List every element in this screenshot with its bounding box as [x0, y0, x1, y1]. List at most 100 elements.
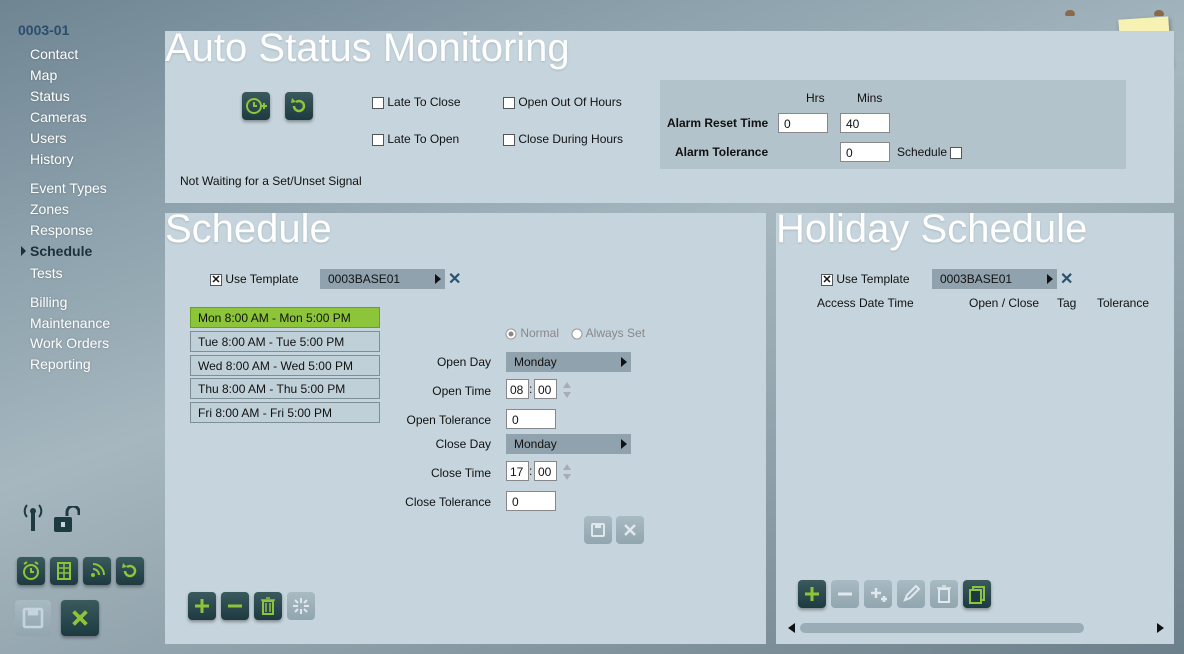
close-time-label: Close Time [430, 466, 491, 480]
late-to-open-option[interactable]: Late To Open [372, 132, 459, 146]
open-tolerance-label: Open Tolerance [406, 413, 491, 427]
holiday-copy-button[interactable] [963, 580, 991, 608]
open-out-of-hours-checkbox[interactable] [503, 96, 515, 109]
sidebar-cancel-button[interactable] [61, 600, 99, 636]
wireless-button[interactable] [83, 557, 111, 585]
open-time-hour-input[interactable]: 08 [506, 379, 529, 399]
dropdown-arrow-icon [621, 439, 627, 449]
signal-tower-icon[interactable] [22, 502, 44, 535]
sidebar-item-maintenance[interactable]: Maintenance [30, 315, 110, 331]
holiday-delete-button[interactable] [930, 580, 958, 608]
late-to-close-checkbox[interactable] [372, 96, 384, 109]
holiday-use-template[interactable]: ✕ Use Template [821, 272, 910, 286]
sidebar-item-cameras[interactable]: Cameras [30, 109, 87, 125]
schedule-use-template-checkbox[interactable]: ✕ [210, 273, 222, 286]
schedule-title: Schedule [165, 207, 332, 251]
time-separator: : [529, 382, 533, 396]
alarm-reset-hrs-input[interactable]: 0 [778, 113, 828, 133]
close-time-spinner-icon[interactable] [561, 462, 573, 485]
alarm-schedule-checkbox[interactable] [950, 146, 963, 159]
schedule-cancel-button[interactable] [616, 516, 644, 544]
schedule-list-item[interactable]: Tue 8:00 AM - Tue 5:00 PM [190, 331, 380, 352]
schedule-generate-button[interactable] [287, 592, 315, 620]
dropdown-arrow-icon [621, 357, 627, 367]
sidebar-item-schedule[interactable]: Schedule [30, 243, 92, 259]
alarm-reset-mins-input[interactable]: 40 [840, 113, 890, 133]
schedule-list-item[interactable]: Fri 8:00 AM - Fri 5:00 PM [190, 402, 380, 423]
close-during-hours-checkbox[interactable] [503, 133, 515, 146]
sidebar-item-billing[interactable]: Billing [30, 294, 67, 310]
close-day-label: Close Day [435, 437, 491, 451]
close-time-hour-input[interactable]: 17 [506, 461, 529, 481]
col-access-date-time[interactable]: Access Date Time [817, 296, 914, 310]
add-timer-button[interactable] [242, 92, 270, 120]
building-button[interactable] [50, 557, 78, 585]
open-time-minute-input[interactable]: 00 [534, 379, 557, 399]
sidebar-item-contact[interactable]: Contact [30, 46, 78, 62]
col-open-close[interactable]: Open / Close [969, 296, 1039, 310]
sidebar-refresh-button[interactable] [116, 557, 144, 585]
dropdown-arrow-icon [435, 274, 441, 284]
holiday-horizontal-scrollbar[interactable] [786, 622, 1166, 634]
sidebar-item-zones[interactable]: Zones [30, 201, 69, 217]
sidebar-item-work-orders[interactable]: Work Orders [30, 335, 109, 351]
hrs-label: Hrs [806, 91, 825, 105]
alarm-schedule-option[interactable]: Schedule [897, 145, 963, 159]
sidebar-item-reporting[interactable]: Reporting [30, 356, 91, 372]
schedule-template-select[interactable]: 0003BASE01 [320, 269, 445, 289]
unlock-icon[interactable] [52, 504, 81, 537]
col-tag[interactable]: Tag [1057, 296, 1076, 310]
schedule-list-item[interactable]: Thu 8:00 AM - Thu 5:00 PM [190, 378, 380, 399]
close-tolerance-label: Close Tolerance [405, 495, 491, 509]
refresh-button[interactable] [285, 92, 313, 120]
sidebar-item-status[interactable]: Status [30, 88, 70, 104]
holiday-template-select[interactable]: 0003BASE01 [932, 269, 1057, 289]
schedule-use-template[interactable]: ✕ Use Template [210, 272, 299, 286]
open-day-select[interactable]: Monday [506, 352, 631, 372]
always-set-radio-option[interactable]: Always Set [571, 326, 645, 340]
auto-status-title: Auto Status Monitoring [165, 26, 570, 70]
col-tolerance[interactable]: Tolerance [1097, 296, 1149, 310]
holiday-remove-button[interactable] [831, 580, 859, 608]
schedule-list-item[interactable]: Mon 8:00 AM - Mon 5:00 PM [190, 307, 380, 328]
holiday-add-multiple-button[interactable] [864, 580, 892, 608]
open-time-spinner-icon[interactable] [561, 380, 573, 403]
schedule-add-button[interactable] [188, 592, 216, 620]
close-day-select[interactable]: Monday [506, 434, 631, 454]
sidebar-item-tests[interactable]: Tests [30, 265, 63, 281]
sidebar-item-event-types[interactable]: Event Types [30, 180, 107, 196]
open-tolerance-input[interactable]: 0 [506, 409, 556, 429]
normal-radio-option[interactable]: Normal [505, 326, 559, 340]
open-out-of-hours-option[interactable]: Open Out Of Hours [503, 95, 622, 109]
scroll-left-icon[interactable] [786, 622, 796, 637]
holiday-clear-template-icon[interactable]: ✕ [1060, 269, 1073, 289]
close-tolerance-input[interactable]: 0 [506, 491, 556, 511]
schedule-save-button[interactable] [584, 516, 612, 544]
sidebar-item-users[interactable]: Users [30, 130, 67, 146]
close-time-minute-input[interactable]: 00 [534, 461, 557, 481]
open-time-label: Open Time [432, 384, 491, 398]
schedule-clear-template-icon[interactable]: ✕ [448, 269, 461, 289]
sidebar-save-button[interactable] [15, 600, 51, 636]
holiday-use-template-checkbox[interactable]: ✕ [821, 273, 833, 286]
schedule-delete-button[interactable] [254, 592, 282, 620]
scroll-right-icon[interactable] [1156, 622, 1166, 637]
active-nav-arrow-icon [21, 246, 26, 256]
late-to-open-checkbox[interactable] [372, 133, 384, 146]
sidebar-item-response[interactable]: Response [30, 222, 93, 238]
status-text: Not Waiting for a Set/Unset Signal [180, 174, 362, 188]
sidebar-item-map[interactable]: Map [30, 67, 57, 83]
holiday-add-button[interactable] [798, 580, 826, 608]
alarm-clock-button[interactable] [17, 557, 45, 585]
late-to-close-option[interactable]: Late To Close [372, 95, 461, 109]
schedule-remove-button[interactable] [221, 592, 249, 620]
sidebar-item-history[interactable]: History [30, 151, 74, 167]
alarm-tolerance-input[interactable]: 0 [840, 142, 890, 162]
open-day-label: Open Day [436, 355, 491, 369]
holiday-edit-button[interactable] [897, 580, 925, 608]
scrollbar-thumb[interactable] [800, 623, 1084, 633]
close-during-hours-option[interactable]: Close During Hours [503, 132, 623, 146]
time-separator: : [529, 464, 533, 478]
account-code: 0003-01 [18, 22, 70, 38]
schedule-list-item[interactable]: Wed 8:00 AM - Wed 5:00 PM [190, 355, 380, 376]
